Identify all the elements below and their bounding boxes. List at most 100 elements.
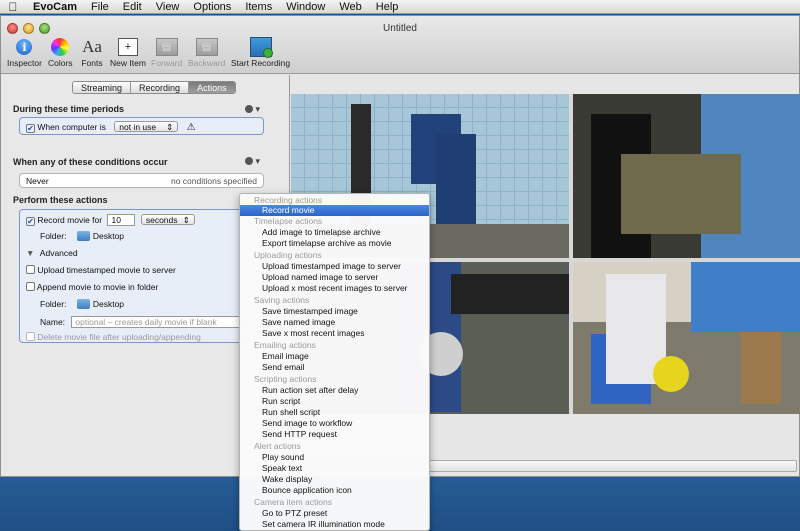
- menu-file[interactable]: File: [84, 1, 116, 13]
- menu-item-speak-text[interactable]: Speak text: [240, 463, 429, 474]
- menu-item-wake-display[interactable]: Wake display: [240, 474, 429, 485]
- menu-item-run-action-set[interactable]: Run action set after delay: [240, 385, 429, 396]
- updown-icon: ⇕: [166, 122, 174, 132]
- window-title: Untitled: [383, 23, 417, 34]
- folder-picker[interactable]: Desktop: [76, 231, 124, 241]
- menu-item-ptz-preset[interactable]: Go to PTZ preset: [240, 508, 429, 519]
- append-folder-row: Folder: Desktop: [40, 299, 124, 309]
- menu-items[interactable]: Items: [238, 1, 279, 13]
- color-wheel-icon: [51, 38, 70, 56]
- conditions-never: Never: [26, 176, 49, 186]
- colors-label: Colors: [48, 58, 73, 68]
- upload-movie-checkbox[interactable]: [26, 265, 35, 274]
- menu-item-upload-named[interactable]: Upload named image to server: [240, 272, 429, 283]
- menu-item-ir-mode[interactable]: Set camera IR illumination mode: [240, 519, 429, 530]
- time-period-checkbox[interactable]: ✔: [26, 124, 35, 133]
- chevron-down-icon: ▾: [255, 104, 261, 114]
- menu-item-save-timestamped[interactable]: Save timestamped image: [240, 306, 429, 317]
- time-periods-menu[interactable]: ▾: [245, 104, 260, 115]
- menu-item-run-script[interactable]: Run script: [240, 396, 429, 407]
- delete-movie-checkbox[interactable]: [26, 332, 35, 341]
- delete-movie-label: Delete movie file after uploading/append…: [37, 332, 201, 342]
- tab-recording[interactable]: Recording: [131, 82, 190, 93]
- start-recording-button[interactable]: Start Recording: [231, 36, 290, 68]
- conditions-heading: When any of these conditions occur: [13, 157, 168, 167]
- menu-item-send-email[interactable]: Send email: [240, 362, 429, 373]
- backward-label: Backward: [188, 58, 226, 68]
- name-row: Name: optional – creates daily movie if …: [40, 316, 242, 328]
- apple-icon[interactable]: : [0, 0, 26, 14]
- when-computer-label: When computer is: [37, 122, 106, 132]
- menu-edit[interactable]: Edit: [116, 1, 149, 13]
- menu-header-uploading: Uploading actions: [254, 250, 322, 260]
- tab-streaming[interactable]: Streaming: [73, 82, 132, 93]
- menu-item-save-recent[interactable]: Save x most recent images: [240, 328, 429, 339]
- menu-item-add-timelapse[interactable]: Add image to timelapse archive: [240, 227, 429, 238]
- time-period-box: ✔ When computer is not in use ⇕ ⚠: [19, 117, 264, 135]
- conditions-menu[interactable]: ▾: [245, 156, 260, 167]
- menu-item-send-to-workflow[interactable]: Send image to workflow: [240, 418, 429, 429]
- new-item-button[interactable]: + New Item: [110, 36, 146, 68]
- menu-header-emailing: Emailing actions: [254, 340, 316, 350]
- menu-app[interactable]: EvoCam: [26, 1, 84, 13]
- conditions-box[interactable]: Never no conditions specified: [19, 173, 264, 188]
- menu-item-email-image[interactable]: Email image: [240, 351, 429, 362]
- menu-item-bounce-icon[interactable]: Bounce application icon: [240, 485, 429, 496]
- info-icon: i: [16, 39, 33, 55]
- menu-item-export-timelapse[interactable]: Export timelapse archive as movie: [240, 238, 429, 249]
- menu-item-save-named[interactable]: Save named image: [240, 317, 429, 328]
- new-item-icon: +: [117, 38, 138, 56]
- folder-icon: [76, 299, 90, 309]
- computer-state-select[interactable]: not in use ⇕: [114, 121, 179, 132]
- menu-window[interactable]: Window: [279, 1, 332, 13]
- inspector-tabs: Streaming Recording Actions: [72, 81, 236, 94]
- menu-view[interactable]: View: [149, 1, 187, 13]
- menu-header-saving: Saving actions: [254, 295, 310, 305]
- menu-web[interactable]: Web: [332, 1, 368, 13]
- warning-icon: ⚠: [186, 122, 196, 133]
- disclosure-triangle-icon: ▼: [26, 248, 35, 258]
- menu-item-run-shell-script[interactable]: Run shell script: [240, 407, 429, 418]
- time-periods-heading: During these time periods: [13, 104, 125, 114]
- colors-button[interactable]: Colors: [48, 36, 73, 68]
- action-type-menu: Recording actions Record movie Timelapse…: [239, 193, 430, 531]
- advanced-disclosure[interactable]: ▼ Advanced: [26, 248, 78, 258]
- append-folder-picker[interactable]: Desktop: [76, 299, 124, 309]
- folder-icon: [76, 231, 90, 241]
- time-period-row: ✔ When computer is not in use ⇕ ⚠: [26, 121, 196, 133]
- menu-bar:  EvoCam File Edit View Options Items Wi…: [0, 0, 800, 14]
- movie-name-input[interactable]: optional – creates daily movie if blank: [71, 316, 242, 328]
- menu-header-timelapse: Timelapse actions: [254, 216, 323, 226]
- duration-input[interactable]: 10: [107, 214, 136, 226]
- append-folder-label: Folder:: [40, 299, 67, 309]
- menu-header-scripting: Scripting actions: [254, 374, 317, 384]
- bring-forward-icon: ▤: [155, 38, 178, 56]
- menu-item-send-http[interactable]: Send HTTP request: [240, 429, 429, 440]
- menu-header-recording: Recording actions: [254, 195, 323, 205]
- clock-icon: [245, 105, 253, 113]
- actions-box: ✔ Record movie for 10 seconds ⇕ Folder: …: [19, 209, 264, 343]
- window-titlebar: Untitled i Inspector Colors Aa Fonts + N…: [1, 16, 799, 74]
- menu-item-upload-recent[interactable]: Upload x most recent images to server: [240, 283, 429, 294]
- menu-help[interactable]: Help: [369, 1, 406, 13]
- inspector-button[interactable]: i Inspector: [7, 36, 42, 68]
- start-recording-label: Start Recording: [231, 58, 291, 68]
- menu-item-record-movie[interactable]: Record movie: [240, 205, 429, 216]
- menu-options[interactable]: Options: [186, 1, 238, 13]
- fonts-icon: Aa: [82, 37, 102, 56]
- menu-item-play-sound[interactable]: Play sound: [240, 452, 429, 463]
- folder-label: Folder:: [40, 231, 67, 241]
- record-movie-checkbox[interactable]: ✔: [26, 217, 35, 226]
- tab-actions[interactable]: Actions: [189, 82, 235, 93]
- record-movie-label: Record movie for: [37, 215, 103, 225]
- duration-unit-select[interactable]: seconds ⇕: [140, 214, 195, 225]
- forward-button[interactable]: ▤ Forward: [151, 36, 182, 68]
- actions-heading: Perform these actions: [13, 195, 108, 205]
- gauge-icon: [245, 157, 253, 165]
- fonts-button[interactable]: Aa Fonts: [81, 36, 103, 68]
- menu-item-upload-timestamped[interactable]: Upload timestamped image to server: [240, 261, 429, 272]
- record-icon: [249, 37, 273, 58]
- append-movie-checkbox[interactable]: [26, 282, 35, 291]
- append-movie-row: Append movie to movie in folder: [26, 282, 158, 292]
- backward-button[interactable]: ▤ Backward: [188, 36, 225, 68]
